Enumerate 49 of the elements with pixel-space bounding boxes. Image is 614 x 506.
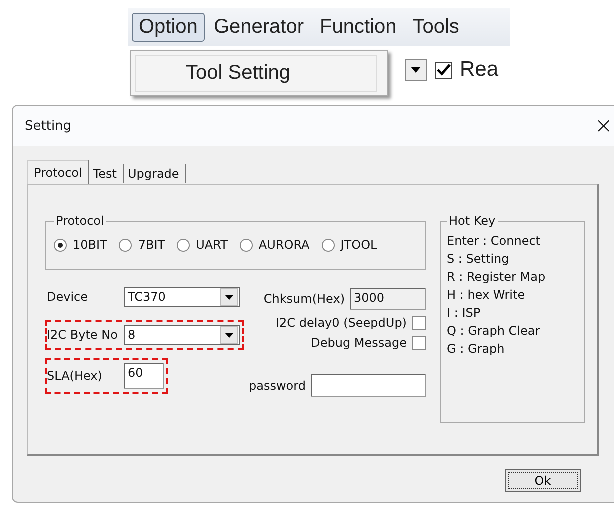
checkbox[interactable] bbox=[435, 62, 452, 78]
menu-item[interactable]: Generator bbox=[206, 12, 311, 42]
checkbox-label: Rea bbox=[460, 58, 499, 82]
password-field[interactable] bbox=[311, 374, 426, 397]
group-title: Hot Key bbox=[448, 214, 497, 228]
close-button[interactable]: × bbox=[594, 114, 613, 138]
hotkey-text: H : hex Write bbox=[447, 287, 526, 304]
menu-item[interactable]: Option bbox=[132, 12, 205, 42]
checkbox[interactable] bbox=[412, 336, 426, 350]
radio-button[interactable] bbox=[240, 238, 253, 252]
dropdown-field[interactable]: TC370 bbox=[124, 287, 240, 307]
caret-icon bbox=[411, 67, 421, 73]
tab[interactable]: Test bbox=[89, 164, 124, 183]
radio-button[interactable] bbox=[119, 238, 132, 252]
checkbox[interactable] bbox=[412, 316, 426, 330]
hotkey-text: Enter : Connect bbox=[447, 233, 542, 250]
tab[interactable]: Protocol bbox=[27, 160, 90, 184]
input-field[interactable]: 60 bbox=[124, 363, 164, 389]
caret-icon bbox=[224, 294, 234, 300]
radio-label: UART bbox=[196, 238, 228, 252]
hotkey-text: I : ISP bbox=[447, 305, 482, 322]
ok-button[interactable]: Ok bbox=[505, 469, 581, 492]
hotkey-text: R : Register Map bbox=[447, 269, 547, 286]
radio-label: 7BIT bbox=[138, 238, 166, 252]
field-label: Chksum(Hex) bbox=[264, 292, 345, 306]
dropdown-arrow-button[interactable] bbox=[405, 59, 427, 81]
menu-item[interactable]: Function bbox=[313, 12, 404, 42]
field-label: I2C Byte No bbox=[47, 328, 119, 342]
field-label: SLA(Hex) bbox=[47, 369, 104, 383]
radio-button[interactable] bbox=[322, 238, 335, 252]
radio-button[interactable] bbox=[177, 238, 190, 252]
field-label: password bbox=[249, 378, 306, 392]
hotkey-text: S : Setting bbox=[447, 251, 510, 268]
checkbox-label: Debug Message bbox=[311, 336, 407, 350]
radio-button[interactable] bbox=[54, 238, 67, 252]
hotkey-text: Q : Graph Clear bbox=[447, 323, 542, 340]
radio-label: AURORA bbox=[258, 238, 310, 252]
field-label: Device bbox=[47, 290, 90, 304]
dropdown-field[interactable]: 8 bbox=[124, 325, 240, 345]
group-title: Protocol bbox=[55, 214, 106, 228]
caret-icon bbox=[224, 332, 234, 338]
hotkey-text: G : Graph bbox=[447, 341, 506, 358]
checkbox-label: I2C delay0 (SeepdUp) bbox=[276, 316, 407, 330]
menu-item[interactable]: Tool Setting bbox=[135, 54, 377, 92]
radio-label: 10BIT bbox=[73, 238, 108, 252]
tab[interactable]: Upgrade bbox=[124, 164, 186, 183]
window-title: Setting bbox=[25, 118, 72, 134]
menu-item[interactable]: Tools bbox=[406, 12, 466, 42]
radio-label: JTOOL bbox=[340, 238, 378, 252]
